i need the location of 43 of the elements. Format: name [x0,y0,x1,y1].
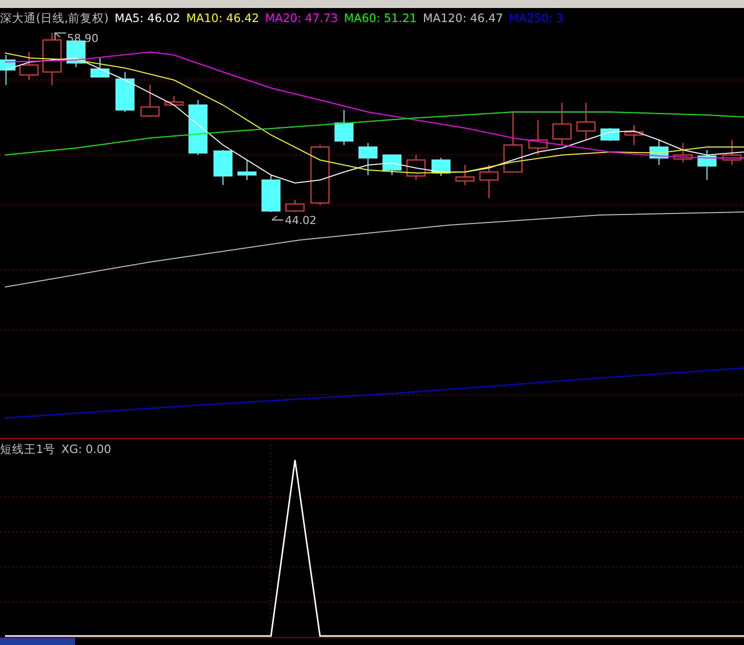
candlestick [20,52,38,80]
candlestick [90,58,110,78]
candlestick [406,154,426,180]
candlestick [722,140,742,166]
security-title: 深大通(日线,前复权) [0,10,109,26]
candlestick [116,72,134,112]
candlestick [624,124,644,146]
indicator-reading: XG: 0.00 [61,441,112,457]
high-pointer-icon [54,32,66,40]
indicator-title: 短线王1号 [0,441,56,457]
indicator-value: MA10: 46.42 [186,10,260,26]
candlestick [214,150,232,186]
candlestick [334,110,354,146]
candlestick [358,142,378,176]
candlestick [576,102,596,140]
candlestick [456,164,474,186]
candlestick [42,32,62,86]
candlestick [310,144,330,206]
candlestick [382,154,402,176]
candlestick [188,100,208,156]
candlestick [698,150,716,180]
candlestick [674,142,692,162]
candlestick [0,54,16,86]
candlestick [600,128,620,142]
indicator-value: MA60: 51.21 [344,10,417,26]
candlestick [480,164,498,198]
candlestick [552,102,572,146]
candlestick [140,84,160,118]
candlestick [286,200,304,212]
candlestick [650,140,668,166]
indicator-value: MA20: 47.73 [265,10,338,26]
low-price-label: 44.02 [285,214,316,227]
candlestick [238,160,256,180]
indicator-value: MA5: 46.02 [114,10,180,26]
indicator-value: MA250: 3 [509,10,564,26]
candlestick [164,96,184,106]
candlestick [528,120,548,156]
indicator-value: MA120: 46.47 [422,10,504,26]
high-price-label: 58.90 [67,32,98,45]
candlestick [432,158,450,176]
low-pointer-icon [272,216,284,220]
candlestick [262,174,280,212]
candlestick [504,112,522,172]
